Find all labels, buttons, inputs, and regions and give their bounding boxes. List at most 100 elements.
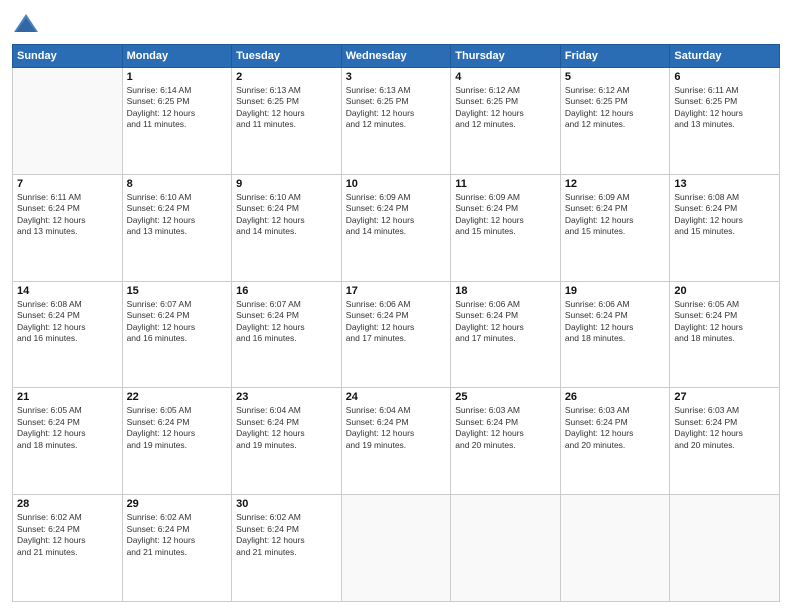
calendar-cell: 5 Sunrise: 6:12 AM Sunset: 6:25 PM Daylig…	[560, 68, 670, 175]
calendar-cell	[451, 495, 561, 602]
calendar-cell: 22Sunrise: 6:05 AM Sunset: 6:24 PM Dayli…	[122, 388, 232, 495]
day-number: 23	[236, 391, 337, 403]
calendar-cell: 21 Sunrise: 6:05 AM Sunset: 6:24 PM Dayli…	[13, 388, 123, 495]
calendar-week-row: 7 Sunrise: 6:11 AM Sunset: 6:24 PM Daylig…	[13, 174, 780, 281]
cell-info: Sunrise: 6:06 AM Sunset: 6:24 PM Dayligh…	[346, 299, 447, 345]
day-number: 11	[455, 178, 556, 190]
calendar-cell: 26 Sunrise: 6:03 AM Sunset: 6:24 PM Dayli…	[560, 388, 670, 495]
cell-info: Sunrise: 6:12 AM Sunset: 6:25 PM Dayligh…	[565, 85, 666, 131]
day-number: 14	[17, 285, 118, 297]
logo-icon	[12, 10, 40, 38]
day-number: 6	[674, 71, 775, 83]
calendar-cell: 2 Sunrise: 6:13 AM Sunset: 6:25 PM Daylig…	[232, 68, 342, 175]
calendar-cell: 16 Sunrise: 6:07 AM Sunset: 6:24 PM Dayli…	[232, 281, 342, 388]
day-number: 12	[565, 178, 666, 190]
day-number: 7	[17, 178, 118, 190]
cell-info: Sunrise: 6:10 AM Sunset: 6:24 PM Dayligh…	[236, 192, 337, 238]
cell-info: Sunrise: 6:03 AM Sunset: 6:24 PM Dayligh…	[674, 405, 775, 451]
calendar-cell: 4Sunrise: 6:12 AM Sunset: 6:25 PM Daylig…	[451, 68, 561, 175]
weekday-header: Thursday	[451, 45, 561, 68]
calendar-week-row: 28 Sunrise: 6:02 AM Sunset: 6:24 PM Dayli…	[13, 495, 780, 602]
calendar-week-row: 14 Sunrise: 6:08 AM Sunset: 6:24 PM Dayli…	[13, 281, 780, 388]
cell-info: Sunrise: 6:08 AM Sunset: 6:24 PM Dayligh…	[17, 299, 118, 345]
day-number: 26	[565, 391, 666, 403]
calendar-cell: 15Sunrise: 6:07 AM Sunset: 6:24 PM Dayli…	[122, 281, 232, 388]
calendar-cell: 11 Sunrise: 6:09 AM Sunset: 6:24 PM Dayli…	[451, 174, 561, 281]
calendar-cell: 7 Sunrise: 6:11 AM Sunset: 6:24 PM Daylig…	[13, 174, 123, 281]
cell-info: Sunrise: 6:11 AM Sunset: 6:24 PM Dayligh…	[17, 192, 118, 238]
calendar-cell: 29Sunrise: 6:02 AM Sunset: 6:24 PM Dayli…	[122, 495, 232, 602]
day-number: 19	[565, 285, 666, 297]
calendar-week-row: 1Sunrise: 6:14 AM Sunset: 6:25 PM Daylig…	[13, 68, 780, 175]
calendar-cell: 17 Sunrise: 6:06 AM Sunset: 6:24 PM Dayli…	[341, 281, 451, 388]
calendar-cell: 19 Sunrise: 6:06 AM Sunset: 6:24 PM Dayli…	[560, 281, 670, 388]
cell-info: Sunrise: 6:08 AM Sunset: 6:24 PM Dayligh…	[674, 192, 775, 238]
calendar-cell: 3 Sunrise: 6:13 AM Sunset: 6:25 PM Daylig…	[341, 68, 451, 175]
cell-info: Sunrise: 6:06 AM Sunset: 6:24 PM Dayligh…	[565, 299, 666, 345]
weekday-header: Sunday	[13, 45, 123, 68]
day-number: 28	[17, 498, 118, 510]
day-number: 24	[346, 391, 447, 403]
day-number: 21	[17, 391, 118, 403]
cell-info: Sunrise: 6:10 AM Sunset: 6:24 PM Dayligh…	[127, 192, 228, 238]
cell-info: Sunrise: 6:03 AM Sunset: 6:24 PM Dayligh…	[565, 405, 666, 451]
calendar-cell: 25 Sunrise: 6:03 AM Sunset: 6:24 PM Dayli…	[451, 388, 561, 495]
calendar-header-row: SundayMondayTuesdayWednesdayThursdayFrid…	[13, 45, 780, 68]
day-number: 10	[346, 178, 447, 190]
cell-info: Sunrise: 6:05 AM Sunset: 6:24 PM Dayligh…	[17, 405, 118, 451]
calendar-cell: 13 Sunrise: 6:08 AM Sunset: 6:24 PM Dayli…	[670, 174, 780, 281]
cell-info: Sunrise: 6:12 AM Sunset: 6:25 PM Dayligh…	[455, 85, 556, 131]
weekday-header: Saturday	[670, 45, 780, 68]
day-number: 8	[127, 178, 228, 190]
cell-info: Sunrise: 6:03 AM Sunset: 6:24 PM Dayligh…	[455, 405, 556, 451]
day-number: 22	[127, 391, 228, 403]
day-number: 15	[127, 285, 228, 297]
cell-info: Sunrise: 6:13 AM Sunset: 6:25 PM Dayligh…	[346, 85, 447, 131]
day-number: 25	[455, 391, 556, 403]
day-number: 17	[346, 285, 447, 297]
weekday-header: Tuesday	[232, 45, 342, 68]
day-number: 29	[127, 498, 228, 510]
day-number: 5	[565, 71, 666, 83]
calendar-cell: 23Sunrise: 6:04 AM Sunset: 6:24 PM Dayli…	[232, 388, 342, 495]
calendar-cell: 28 Sunrise: 6:02 AM Sunset: 6:24 PM Dayli…	[13, 495, 123, 602]
day-number: 13	[674, 178, 775, 190]
cell-info: Sunrise: 6:09 AM Sunset: 6:24 PM Dayligh…	[565, 192, 666, 238]
cell-info: Sunrise: 6:02 AM Sunset: 6:24 PM Dayligh…	[236, 512, 337, 558]
weekday-header: Wednesday	[341, 45, 451, 68]
calendar-cell: 24 Sunrise: 6:04 AM Sunset: 6:24 PM Dayli…	[341, 388, 451, 495]
calendar-cell	[341, 495, 451, 602]
cell-info: Sunrise: 6:09 AM Sunset: 6:24 PM Dayligh…	[455, 192, 556, 238]
weekday-header: Monday	[122, 45, 232, 68]
calendar-week-row: 21 Sunrise: 6:05 AM Sunset: 6:24 PM Dayli…	[13, 388, 780, 495]
calendar-cell	[560, 495, 670, 602]
calendar-cell: 1Sunrise: 6:14 AM Sunset: 6:25 PM Daylig…	[122, 68, 232, 175]
calendar-cell	[13, 68, 123, 175]
day-number: 2	[236, 71, 337, 83]
cell-info: Sunrise: 6:05 AM Sunset: 6:24 PM Dayligh…	[674, 299, 775, 345]
page: SundayMondayTuesdayWednesdayThursdayFrid…	[0, 0, 792, 612]
calendar-cell: 8 Sunrise: 6:10 AM Sunset: 6:24 PM Daylig…	[122, 174, 232, 281]
day-number: 9	[236, 178, 337, 190]
day-number: 27	[674, 391, 775, 403]
cell-info: Sunrise: 6:11 AM Sunset: 6:25 PM Dayligh…	[674, 85, 775, 131]
cell-info: Sunrise: 6:04 AM Sunset: 6:24 PM Dayligh…	[346, 405, 447, 451]
calendar-cell: 20 Sunrise: 6:05 AM Sunset: 6:24 PM Dayli…	[670, 281, 780, 388]
day-number: 20	[674, 285, 775, 297]
calendar-cell: 18Sunrise: 6:06 AM Sunset: 6:24 PM Dayli…	[451, 281, 561, 388]
day-number: 3	[346, 71, 447, 83]
day-number: 16	[236, 285, 337, 297]
calendar-cell	[670, 495, 780, 602]
header	[12, 10, 780, 38]
cell-info: Sunrise: 6:09 AM Sunset: 6:24 PM Dayligh…	[346, 192, 447, 238]
cell-info: Sunrise: 6:06 AM Sunset: 6:24 PM Dayligh…	[455, 299, 556, 345]
calendar-cell: 9 Sunrise: 6:10 AM Sunset: 6:24 PM Daylig…	[232, 174, 342, 281]
logo	[12, 10, 44, 38]
cell-info: Sunrise: 6:14 AM Sunset: 6:25 PM Dayligh…	[127, 85, 228, 131]
calendar-cell: 10 Sunrise: 6:09 AM Sunset: 6:24 PM Dayli…	[341, 174, 451, 281]
cell-info: Sunrise: 6:07 AM Sunset: 6:24 PM Dayligh…	[236, 299, 337, 345]
calendar-cell: 27 Sunrise: 6:03 AM Sunset: 6:24 PM Dayli…	[670, 388, 780, 495]
cell-info: Sunrise: 6:02 AM Sunset: 6:24 PM Dayligh…	[17, 512, 118, 558]
cell-info: Sunrise: 6:13 AM Sunset: 6:25 PM Dayligh…	[236, 85, 337, 131]
calendar-cell: 12 Sunrise: 6:09 AM Sunset: 6:24 PM Dayli…	[560, 174, 670, 281]
